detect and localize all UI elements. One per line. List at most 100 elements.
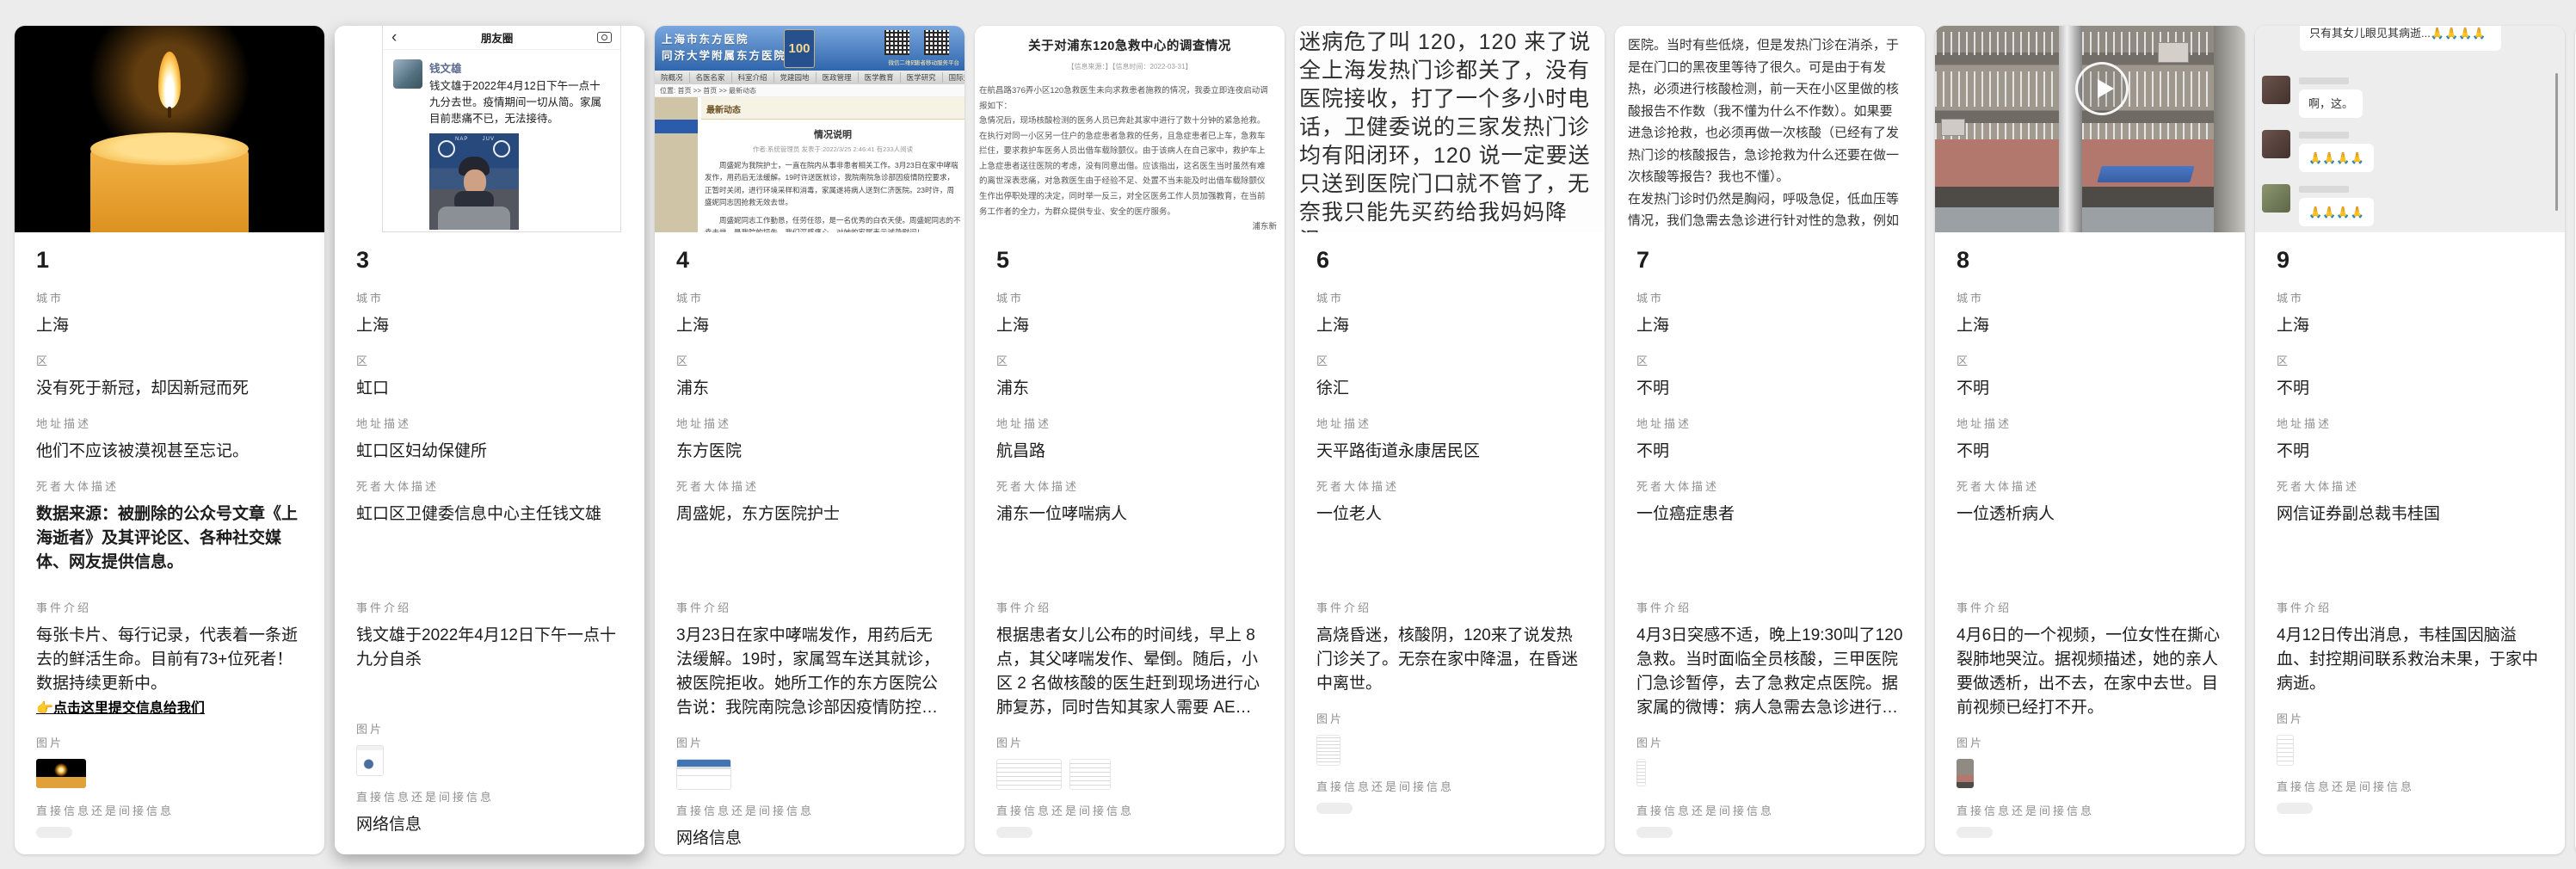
card-cover-image — [15, 26, 324, 232]
district-value: 浦东 — [996, 377, 1263, 401]
field-event: 事件介绍 根据患者女儿公布的时间线，早上 8 点，其父哮喘发作、晕倒。随后，小区… — [996, 601, 1263, 720]
death-record-card[interactable]: 1 城市 上海 区 没有死于新冠，却因新冠而死 地址描述 他们不应该被漠视甚至忘… — [15, 26, 324, 854]
field-city: 城市 上海 — [1957, 291, 2223, 338]
weibo-text-screenshot: 医院。当时有些低烧，但是发热门诊在消杀，于 是在门口的黑夜里等待了很久。可是由于… — [1615, 26, 1925, 232]
announcement-meta: 作者:系统管理员 发表于:2022/3/25 2:46:41 有233人阅读 — [701, 145, 964, 154]
card-cover-image — [1935, 26, 2245, 232]
section-title: 最新动态 — [701, 97, 964, 120]
candle-wick — [168, 107, 171, 118]
wechat-moments-screenshot: ‹朋友圈钱文雄钱文雄于2022年4月12日下午一点十九分去世。疫情期间一切从简。… — [335, 26, 644, 232]
announcement-paragraph: 周盛妮同志工作勤恳，任劳任怨，是一名优秀的白衣天使。周盛妮同志的不幸去世，是我院… — [705, 214, 961, 232]
event-value: 4月6日的一个视频，一位女性在撕心裂肺地哭泣。据视频描述，她的亲人要做透析，出不… — [1957, 624, 2223, 720]
poster-name: 钱文雄 — [429, 59, 610, 76]
event-value: 根据患者女儿公布的时间线，早上 8 点，其父哮喘发作、晕倒。随后，小区 2 名做… — [996, 624, 1263, 720]
field-event: 事件介绍 3月23日在家中哮喘发作，用药后无法缓解。19时，家属驾车送其就诊，被… — [676, 601, 943, 720]
image-label: 图片 — [996, 736, 1263, 751]
direct-value — [36, 827, 72, 838]
nav-item[interactable]: 党建园地 — [774, 72, 817, 83]
scoreboard-ring — [493, 140, 510, 157]
nav-item[interactable]: 医学研究 — [901, 72, 943, 83]
city-value: 上海 — [996, 314, 1263, 338]
image-label: 图片 — [1636, 736, 1903, 751]
field-image: 图片 — [1957, 736, 2223, 788]
event-label: 事件介绍 — [1316, 601, 1583, 616]
direct-value — [996, 827, 1032, 838]
direct-label: 直接信息还是间接信息 — [996, 804, 1263, 819]
address-label: 地址描述 — [996, 416, 1263, 432]
death-record-card[interactable]: 只有其女儿眼见其病逝...🙏🙏🙏🙏啊，这。🙏🙏🙏🙏🙏🙏🙏🙏 9 城市 上海 区 … — [2255, 26, 2565, 854]
candle-body — [90, 146, 249, 232]
card-number: 3 — [356, 246, 623, 274]
death-record-card[interactable]: ‹朋友圈钱文雄钱文雄于2022年4月12日下午一点十九分去世。疫情期间一切从简。… — [335, 26, 644, 854]
nav-item[interactable]: 科室介绍 — [732, 72, 774, 83]
narrow-thumbnail — [1636, 759, 1646, 786]
district-value: 虹口 — [356, 377, 623, 401]
city-value: 上海 — [1636, 314, 1903, 338]
direct-value — [1316, 803, 1353, 814]
chat-avatar — [2262, 76, 2290, 104]
chat-bubble: 🙏🙏🙏🙏 — [2299, 198, 2374, 226]
address-label: 地址描述 — [356, 416, 623, 432]
image-thumbnails — [996, 759, 1263, 788]
announcement-paragraph: 周盛妮为我院护士，一直在院内从事非患者相关工作。3月23日在家中哮喘发作，用药后… — [705, 159, 961, 209]
window-grille — [1935, 32, 2245, 54]
death-record-card[interactable]: 关于对浦东120急救中心的调查情况【信息来源：】【信息时间：2022-03-31… — [975, 26, 1285, 854]
city-label: 城市 — [2277, 291, 2543, 306]
play-triangle — [2098, 79, 2114, 98]
field-image: 图片 — [996, 736, 1263, 788]
site-content: 最新动态情况说明作者:系统管理员 发表于:2022/3/25 2:46:41 有… — [655, 97, 964, 232]
field-district: 区 浦东 — [996, 354, 1263, 401]
notice-body-line: 的离世深表悲痛，对急救医生由于经验不足、处置不当未能及时出借车载除颤仪 — [979, 174, 1280, 189]
event-label: 事件介绍 — [1957, 601, 2223, 616]
deceased-label: 死者大体描述 — [996, 479, 1263, 495]
field-image: 图片 — [2277, 712, 2543, 764]
field-deceased: 死者大体描述 数据来源：被删除的公众号文章《上海逝者》及其评论区、各种社交媒体、… — [36, 479, 303, 585]
image-label: 图片 — [2277, 712, 2543, 727]
death-record-card[interactable]: 上海市东方医院同济大学附属东方医院100微信二维码患者移动服务平台院概况名医名家… — [655, 26, 964, 854]
address-value: 东方医院 — [676, 440, 943, 464]
district-label: 区 — [2277, 354, 2543, 369]
death-record-card[interactable]: 8 城市 上海 区 不明 地址描述 不明 死者大体描述 一位透析病人 — [1935, 26, 2245, 854]
death-record-card[interactable]: 迷病危了叫 120，120 来了说全上海发热门诊都关了，没有医院接收，打了一个多… — [1295, 26, 1605, 854]
nav-item[interactable]: 院概况 — [655, 72, 690, 83]
field-image: 图片 — [1636, 736, 1903, 788]
post-column: 钱文雄钱文雄于2022年4月12日下午一点十九分去世。疫情期间一切从简。家属目前… — [429, 59, 610, 230]
deceased-value: 网信证券副总裁韦桂国 — [2277, 502, 2543, 585]
camera-icon — [597, 32, 612, 43]
city-label: 城市 — [356, 291, 623, 306]
address-label: 地址描述 — [676, 416, 943, 432]
direct-label: 直接信息还是间接信息 — [1636, 804, 1903, 819]
field-district: 区 不明 — [1636, 354, 1903, 401]
notice-meta: 【信息来源：】【信息时间：2022-03-31】 — [979, 62, 1280, 71]
nav-item[interactable]: 名医名家 — [690, 72, 732, 83]
site-header-band: 上海市东方医院同济大学附属东方医院100微信二维码患者移动服务平台 — [655, 26, 964, 71]
window-frame — [2214, 26, 2245, 232]
nav-item[interactable]: 医学教育 — [859, 72, 901, 83]
field-address: 地址描述 他们不应该被漠视甚至忘记。 — [36, 416, 303, 464]
event-value: 3月23日在家中哮喘发作，用药后无法缓解。19时，家属驾车送其就诊，被医院拒收。… — [676, 624, 943, 720]
card-body: 7 城市 上海 区 不明 地址描述 不明 死者大体描述 一位癌症患者 — [1615, 232, 1925, 854]
district-value: 浦东 — [676, 377, 943, 401]
field-city: 城市 上海 — [676, 291, 943, 338]
field-image: 图片 — [356, 722, 623, 774]
nav-item[interactable]: 国际交流 — [943, 72, 964, 83]
field-district: 区 虹口 — [356, 354, 623, 401]
field-image: 图片 — [36, 736, 303, 788]
field-deceased: 死者大体描述 一位老人 — [1316, 479, 1583, 585]
moments-frame: ‹朋友圈钱文雄钱文雄于2022年4月12日下午一点十九分去世。疫情期间一切从简。… — [382, 26, 621, 232]
submit-info-link[interactable]: 👉点击这里提交信息给我们 — [36, 696, 303, 720]
district-value: 徐汇 — [1316, 377, 1583, 401]
death-record-card[interactable]: 医院。当时有些低烧，但是发热门诊在消杀，于 是在门口的黑夜里等待了很久。可是由于… — [1615, 26, 1925, 854]
post-text: 钱文雄于2022年4月12日下午一点十九分去世。疫情期间一切从简。家属目前悲痛不… — [429, 78, 610, 126]
card-cover-image: ‹朋友圈钱文雄钱文雄于2022年4月12日下午一点十九分去世。疫情期间一切从简。… — [335, 26, 644, 232]
city-value: 上海 — [2277, 314, 2543, 338]
nav-item[interactable]: 医政管理 — [817, 72, 859, 83]
field-deceased: 死者大体描述 浦东一位哮喘病人 — [996, 479, 1263, 585]
card-cover-image: 迷病危了叫 120，120 来了说全上海发热门诊都关了，没有医院接收，打了一个多… — [1295, 26, 1605, 232]
notice-body-line: 急情况后，现场核酸检测的医务人员已奔赴其家中进行了数十分钟的紧急抢救。 — [979, 114, 1280, 129]
event-value: 4月12日传出消息，韦桂国因脑溢血、封控期间联系救治未果，于家中病逝。 — [2277, 624, 2543, 696]
image-label: 图片 — [36, 736, 303, 751]
deceased-value: 周盛妮，东方医院护士 — [676, 502, 943, 585]
card-body: 6 城市 上海 区 徐汇 地址描述 天平路街道永康居民区 死者大体描述 一位老人 — [1295, 232, 1605, 854]
city-label: 城市 — [1636, 291, 1903, 306]
